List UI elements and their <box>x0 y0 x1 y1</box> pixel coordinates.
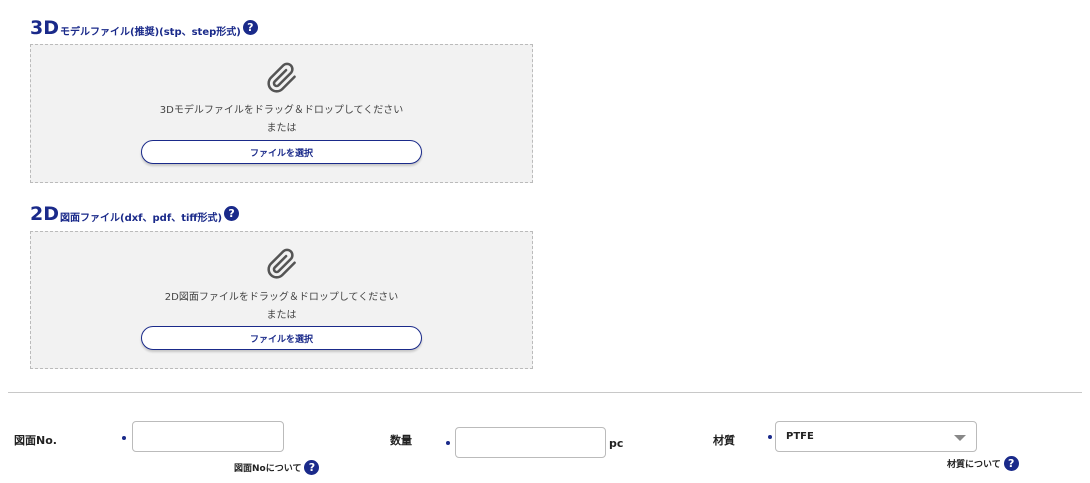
material-selected-value: PTFE <box>786 431 814 442</box>
model-file-or-text: または <box>266 123 297 134</box>
material-label: 材質 <box>713 434 735 447</box>
paperclip-icon <box>267 248 296 279</box>
drawing-no-help-icon[interactable]: ? <box>304 460 320 475</box>
material-help-icon[interactable]: ? <box>1003 456 1019 471</box>
material-select[interactable]: PTFE <box>775 421 977 452</box>
drawing-file-prefix: 2D <box>30 203 59 225</box>
model-file-select-button[interactable]: ファイルを選択 <box>141 140 422 164</box>
drawing-no-required-dot <box>122 436 126 440</box>
drawing-no-help-text: 図面Noについて <box>234 464 302 474</box>
model-file-label: モデルファイル(推奨)(stp、step形式) <box>60 27 241 38</box>
model-file-prefix: 3D <box>30 17 59 39</box>
paperclip-icon <box>267 62 296 93</box>
drawing-file-label: 図面ファイル(dxf、pdf、tiff形式) <box>60 213 223 224</box>
caret-down-icon <box>954 435 966 441</box>
drawing-file-dropzone[interactable]: 2D図面ファイルをドラッグ＆ドロップしてください または ファイルを選択 <box>30 231 533 369</box>
material-help-link[interactable]: 材質について ? <box>947 456 1019 471</box>
material-required-dot <box>768 435 772 439</box>
drawing-file-select-button[interactable]: ファイルを選択 <box>141 326 422 350</box>
drawing-file-title: 2D 図面ファイル(dxf、pdf、tiff形式) ? <box>30 203 240 225</box>
quantity-required-dot <box>446 441 450 445</box>
quantity-unit: pc <box>609 437 624 450</box>
drawing-file-drop-text: 2D図面ファイルをドラッグ＆ドロップしてください <box>164 292 399 303</box>
drawing-file-help-icon[interactable]: ? <box>224 206 240 221</box>
model-file-title: 3D モデルファイル(推奨)(stp、step形式) ? <box>30 19 258 38</box>
drawing-no-label: 図面No. <box>14 434 57 447</box>
model-file-help-icon[interactable]: ? <box>242 20 258 35</box>
drawing-no-help-link[interactable]: 図面Noについて ? <box>234 460 320 475</box>
drawing-file-or-text: または <box>266 310 297 321</box>
model-file-dropzone[interactable]: 3Dモデルファイルをドラッグ＆ドロップしてください または ファイルを選択 <box>30 44 533 183</box>
drawing-no-input[interactable] <box>132 421 284 452</box>
material-help-text: 材質について <box>947 460 1001 470</box>
model-file-drop-text: 3Dモデルファイルをドラッグ＆ドロップしてください <box>159 105 404 116</box>
quantity-input[interactable] <box>455 427 606 458</box>
section-divider <box>8 392 1082 393</box>
quantity-label: 数量 <box>390 434 412 447</box>
